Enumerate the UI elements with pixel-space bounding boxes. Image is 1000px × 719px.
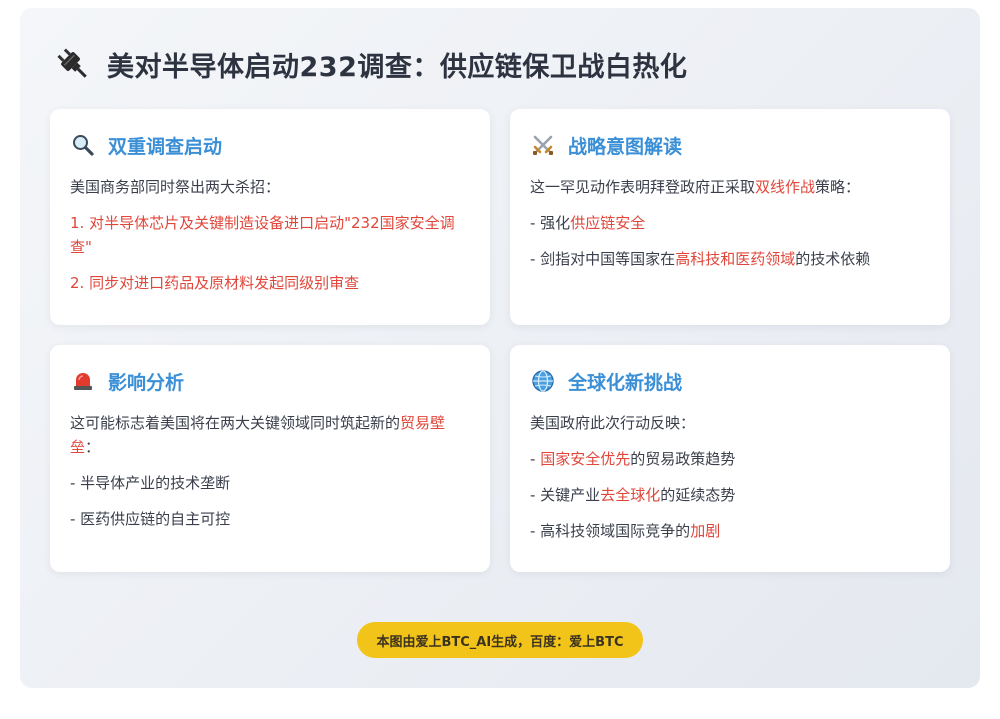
highlight-text: 高科技和医药领域 [675, 250, 796, 268]
highlight-text: 供应链安全 [570, 214, 646, 232]
card-intro: 美国政府此次行动反映： [530, 414, 696, 432]
bullet-text: - [530, 450, 541, 468]
siren-icon [70, 368, 96, 394]
bullet-1: - 国家安全优先的贸易政策趋势 [530, 447, 930, 471]
intro-text: 策略： [815, 178, 861, 196]
bullet-2: - 关键产业去全球化的延续态势 [530, 483, 930, 507]
highlight-text: 双线作战 [755, 178, 816, 196]
intro-text: 这可能标志着美国将在两大关键领域同时筑起新的 [70, 414, 401, 432]
bullet-1: - 强化供应链安全 [530, 211, 930, 235]
card-body: 美国商务部同时祭出两大杀招： 1. 对半导体芯片及关键制造设备进口启动"232国… [70, 175, 470, 307]
point-1: 1. 对半导体芯片及关键制造设备进口启动"232国家安全调查" [70, 214, 455, 256]
card-body: 这可能标志着美国将在两大关键领域同时筑起新的贸易壁垒： - 半导体产业的技术垄断… [70, 411, 470, 543]
card-title: 双重调查启动 [108, 135, 223, 158]
card-impact-analysis: 影响分析 这可能标志着美国将在两大关键领域同时筑起新的贸易壁垒： - 半导体产业… [50, 345, 490, 572]
card-strategic-intent: 战略意图解读 这一罕见动作表明拜登政府正采取双线作战策略： - 强化供应链安全 … [510, 109, 950, 325]
highlight-text: 国家安全优先 [540, 450, 631, 468]
bullet-text: 的延续态势 [660, 486, 736, 504]
bullet-1: - 半导体产业的技术垄断 [70, 474, 231, 492]
card-header: 战略意图解读 [530, 131, 682, 159]
card-body: 这一罕见动作表明拜登政府正采取双线作战策略： - 强化供应链安全 - 剑指对中国… [530, 175, 930, 283]
card-title: 影响分析 [108, 371, 185, 394]
crossed-swords-icon [530, 132, 556, 158]
card-dual-investigation: 双重调查启动 美国商务部同时祭出两大杀招： 1. 对半导体芯片及关键制造设备进口… [50, 109, 490, 325]
bullet-text: 的技术依赖 [795, 250, 871, 268]
bullet-2: - 医药供应链的自主可控 [70, 510, 231, 528]
card-intro: 美国商务部同时祭出两大杀招： [70, 178, 281, 196]
magnifier-icon [70, 132, 96, 158]
title-row: 美对半导体启动232调查：供应链保卫战白热化 [53, 44, 687, 84]
card-header: 双重调查启动 [70, 131, 222, 159]
intro-text: ： [85, 438, 101, 456]
bullet-3: - 高科技领域国际竞争的加剧 [530, 519, 930, 543]
bullet-text: - 强化 [530, 214, 571, 232]
point-2: 2. 同步对进口药品及原材料发起同级别审查 [70, 274, 360, 292]
card-title: 战略意图解读 [568, 135, 683, 158]
plug-icon [53, 44, 93, 84]
card-header: 影响分析 [70, 367, 184, 395]
card-title: 全球化新挑战 [568, 371, 683, 394]
bullet-text: 的贸易政策趋势 [630, 450, 736, 468]
highlight-text: 去全球化 [600, 486, 661, 504]
card-body: 美国政府此次行动反映： - 国家安全优先的贸易政策趋势 - 关键产业去全球化的延… [530, 411, 930, 555]
card-globalization-challenge: 全球化新挑战 美国政府此次行动反映： - 国家安全优先的贸易政策趋势 - 关键产… [510, 345, 950, 572]
globe-icon [530, 368, 556, 394]
main-panel: 美对半导体启动232调查：供应链保卫战白热化 双重调查启动 美国商务部同时祭出两… [20, 8, 980, 688]
highlight-text: 加剧 [690, 522, 721, 540]
card-header: 全球化新挑战 [530, 367, 682, 395]
card-intro: 这一罕见动作表明拜登政府正采取双线作战策略： [530, 175, 930, 199]
footer-badge: 本图由爱上BTC_AI生成，百度：爱上BTC [357, 622, 643, 658]
bullet-text: - 关键产业 [530, 486, 601, 504]
page-title: 美对半导体启动232调查：供应链保卫战白热化 [107, 51, 688, 83]
intro-text: 这一罕见动作表明拜登政府正采取 [530, 178, 756, 196]
bullet-2: - 剑指对中国等国家在高科技和医药领域的技术依赖 [530, 247, 930, 271]
bullet-text: - 高科技领域国际竞争的 [530, 522, 691, 540]
card-intro: 这可能标志着美国将在两大关键领域同时筑起新的贸易壁垒： [70, 411, 470, 459]
bullet-text: - 剑指对中国等国家在 [530, 250, 676, 268]
